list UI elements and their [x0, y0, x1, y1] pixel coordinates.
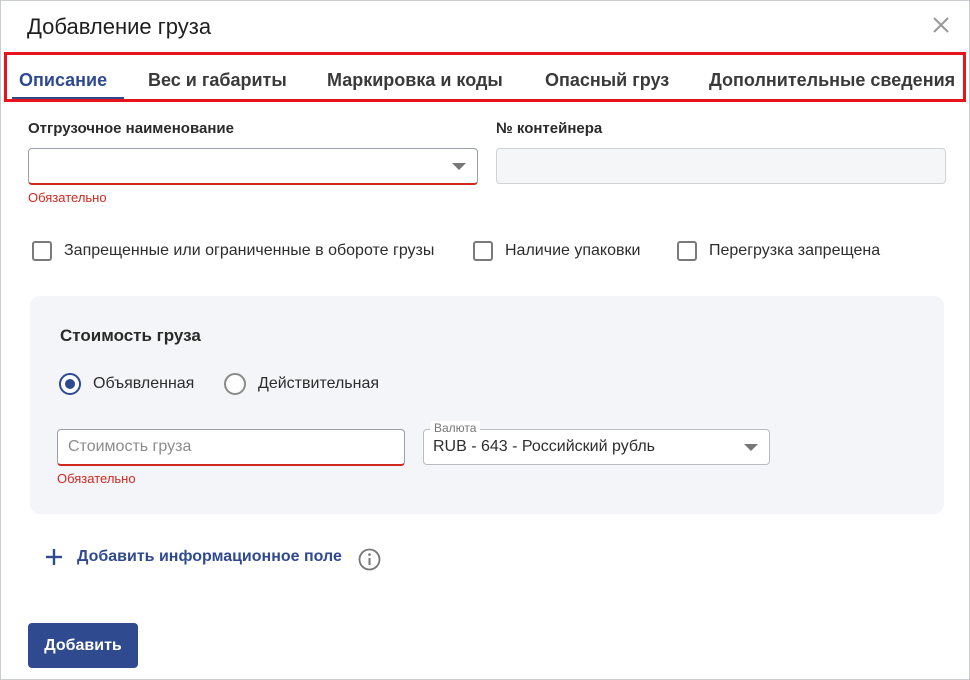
checkbox-restricted-cargo[interactable]: Запрещенные или ограниченные в обороте г…	[32, 241, 434, 261]
container-number-input[interactable]	[496, 148, 946, 184]
add-info-field-button[interactable]: Добавить информационное поле	[43, 546, 342, 568]
close-icon[interactable]	[931, 15, 951, 35]
checkbox-label: Перегрузка запрещена	[709, 242, 881, 259]
tab-marking-codes[interactable]: Маркировка и коды	[327, 70, 503, 91]
dialog-title: Добавление груза	[27, 14, 212, 39]
container-number-label: № контейнера	[496, 120, 603, 137]
currency-legend: Валюта	[430, 421, 481, 435]
radio-label: Объявленная	[93, 375, 195, 392]
chevron-down-icon	[744, 444, 758, 451]
tabs-highlight-frame: Описание Вес и габариты Маркировка и код…	[4, 52, 966, 102]
radio-declared[interactable]: Объявленная	[59, 373, 194, 395]
shipping-name-error: Обязательно	[28, 190, 107, 205]
active-tab-indicator	[12, 97, 124, 99]
radio-button[interactable]	[224, 373, 246, 395]
checkbox-label: Наличие упаковки	[505, 242, 641, 259]
info-icon[interactable]	[358, 548, 381, 571]
checkbox[interactable]	[32, 241, 52, 261]
chevron-down-icon	[452, 163, 466, 170]
cargo-cost-input[interactable]	[57, 429, 405, 466]
tab-weight-dimensions[interactable]: Вес и габариты	[148, 70, 287, 91]
plus-icon	[46, 549, 62, 565]
tab-bar: Описание Вес и габариты Маркировка и код…	[7, 55, 963, 99]
checkbox-packaging[interactable]: Наличие упаковки	[473, 241, 640, 261]
tab-additional-info[interactable]: Дополнительные сведения	[709, 70, 955, 91]
cargo-cost-error: Обязательно	[57, 471, 136, 486]
add-cargo-dialog: Добавление груза Описание Вес и габариты…	[0, 0, 970, 680]
radio-actual[interactable]: Действительная	[224, 373, 379, 395]
checkbox-transshipment-forbidden[interactable]: Перегрузка запрещена	[677, 241, 880, 261]
currency-select[interactable]: Валюта RUB - 643 - Российский рубль	[423, 421, 770, 465]
radio-label: Действительная	[258, 375, 380, 392]
add-button[interactable]: Добавить	[28, 623, 138, 668]
checkbox[interactable]	[473, 241, 493, 261]
cargo-cost-title: Стоимость груза	[60, 326, 201, 345]
checkbox-label: Запрещенные или ограниченные в обороте г…	[64, 242, 435, 259]
tab-description[interactable]: Описание	[19, 70, 107, 91]
radio-button[interactable]	[59, 373, 81, 395]
shipping-name-select[interactable]	[28, 148, 478, 185]
tab-dangerous-cargo[interactable]: Опасный груз	[545, 70, 669, 91]
currency-value: RUB - 643 - Российский рубль	[433, 438, 655, 455]
shipping-name-label: Отгрузочное наименование	[28, 120, 234, 137]
add-info-field-label: Добавить информационное поле	[77, 548, 342, 565]
checkbox[interactable]	[677, 241, 697, 261]
cargo-cost-panel: Стоимость груза Объявленная Действительн…	[30, 296, 944, 514]
